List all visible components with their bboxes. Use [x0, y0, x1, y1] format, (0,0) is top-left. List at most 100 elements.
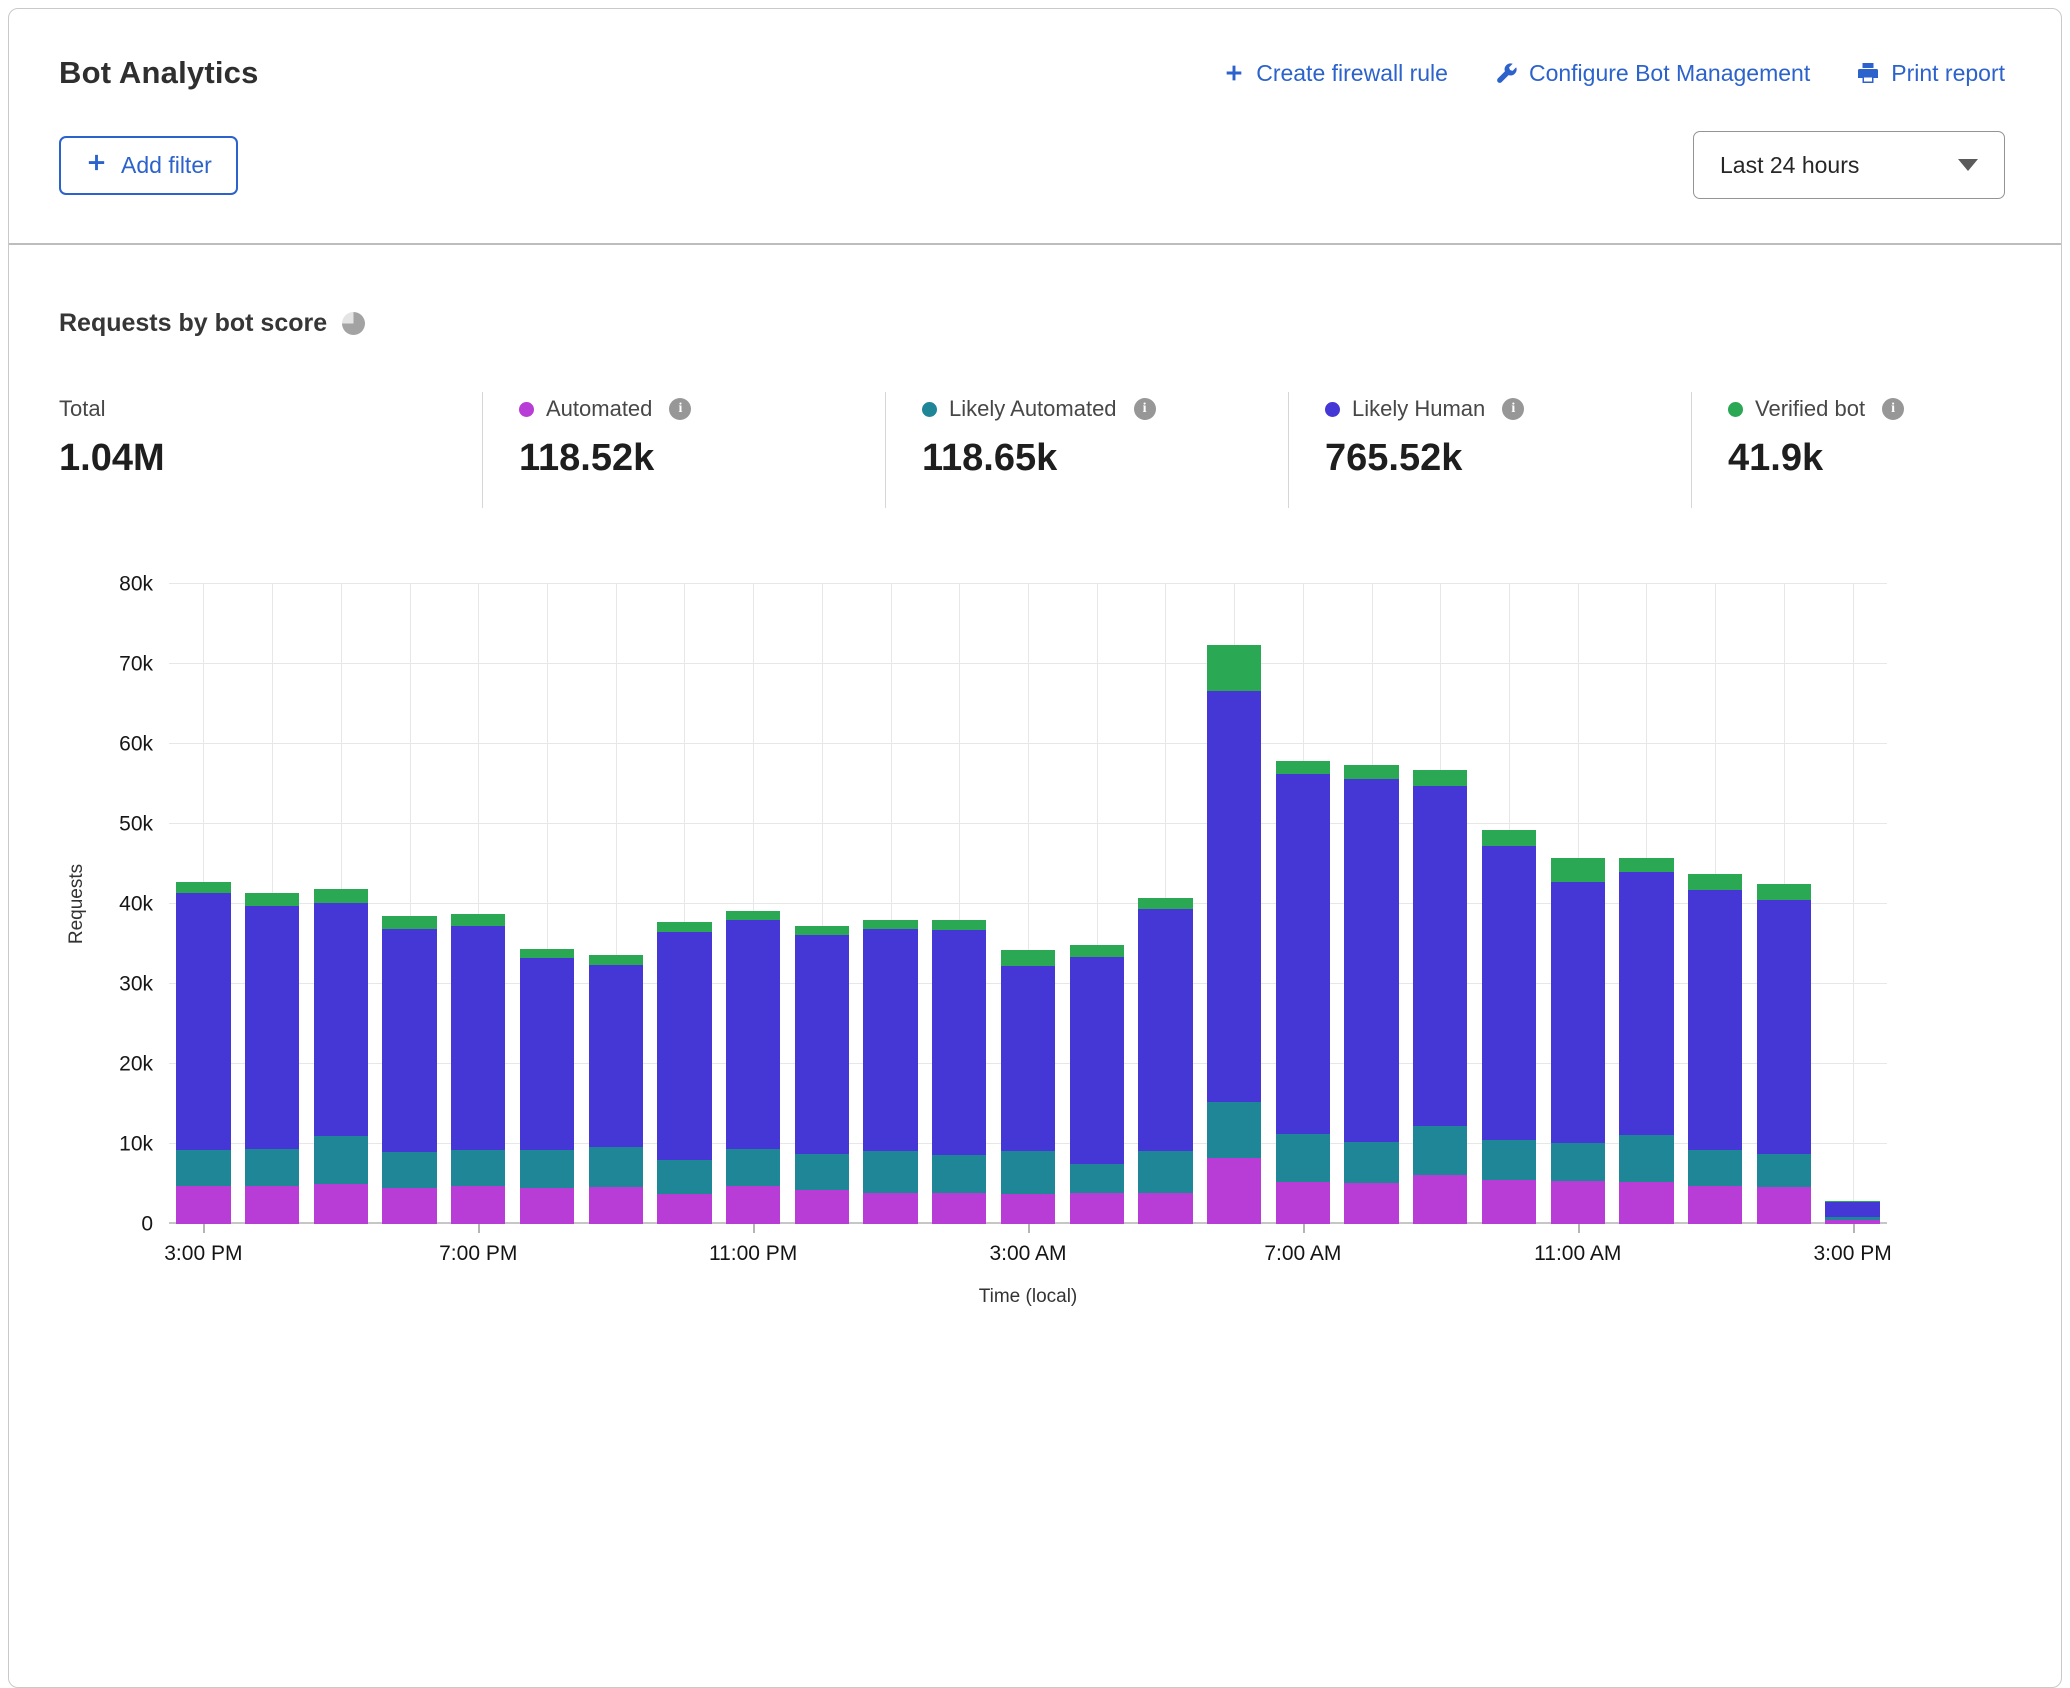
info-icon[interactable]: i	[1502, 398, 1524, 420]
bar-segment-likely-human	[1551, 882, 1605, 1144]
bar[interactable]	[1688, 874, 1742, 1224]
x-axis-tick	[478, 1224, 480, 1233]
bar[interactable]	[314, 889, 368, 1224]
bar-segment-likely-human	[1001, 966, 1055, 1151]
bar-segment-automated	[1276, 1182, 1330, 1224]
bar[interactable]	[520, 949, 574, 1224]
bar[interactable]	[1344, 765, 1398, 1224]
likely-human-value: 765.52k	[1325, 437, 1691, 480]
bar-slot	[1750, 584, 1819, 1224]
bar-segment-verified-bot	[1138, 898, 1192, 908]
x-axis-tick	[1853, 1224, 1855, 1233]
bar-segment-likely-automated	[520, 1150, 574, 1188]
bar[interactable]	[245, 893, 299, 1224]
create-firewall-rule-link[interactable]: Create firewall rule	[1223, 60, 1448, 87]
add-filter-button[interactable]: Add filter	[59, 136, 238, 195]
bar[interactable]	[1207, 645, 1261, 1224]
bar-slot	[306, 584, 375, 1224]
bar-segment-automated	[1138, 1193, 1192, 1224]
bar[interactable]	[1138, 898, 1192, 1224]
bar[interactable]	[589, 955, 643, 1224]
bar-segment-likely-automated	[1757, 1154, 1811, 1187]
y-axis-tick-label: 50k	[119, 814, 153, 835]
bar[interactable]	[1070, 945, 1124, 1224]
bar[interactable]	[1413, 770, 1467, 1224]
x-axis-tick-label: 11:00 PM	[709, 1242, 797, 1266]
stat-likely-human: Likely Human i 765.52k	[1288, 392, 1691, 508]
bar-segment-verified-bot	[932, 920, 986, 930]
configure-bot-management-link[interactable]: Configure Bot Management	[1494, 60, 1810, 87]
bar[interactable]	[657, 922, 711, 1224]
bar-segment-verified-bot	[1207, 645, 1261, 691]
bar-segment-likely-automated	[1344, 1142, 1398, 1184]
bar-segment-likely-automated	[1482, 1140, 1536, 1180]
x-axis-title: Time (local)	[169, 1286, 1887, 1308]
bar-segment-verified-bot	[589, 955, 643, 965]
bar[interactable]	[1482, 830, 1536, 1224]
bar-slot: 11:00 PM	[719, 584, 788, 1224]
info-icon[interactable]: i	[1882, 398, 1904, 420]
page-title: Bot Analytics	[59, 55, 259, 91]
bar-segment-likely-automated	[1207, 1102, 1261, 1158]
bar[interactable]	[1551, 858, 1605, 1224]
bar-segment-likely-human	[1070, 957, 1124, 1164]
bar-segment-automated	[314, 1184, 368, 1224]
info-icon[interactable]: i	[1134, 398, 1156, 420]
print-report-link[interactable]: Print report	[1856, 60, 2005, 87]
bar-slot	[1406, 584, 1475, 1224]
bar-slot: 3:00 PM	[1818, 584, 1887, 1224]
chevron-down-icon	[1958, 159, 1978, 171]
verified-bot-value: 41.9k	[1728, 437, 2005, 480]
bar-slot: 3:00 PM	[169, 584, 238, 1224]
bar[interactable]	[863, 920, 917, 1224]
bar-slot	[787, 584, 856, 1224]
x-axis-tick-label: 11:00 AM	[1534, 1242, 1621, 1266]
bar[interactable]	[795, 926, 849, 1224]
info-icon[interactable]: i	[669, 398, 691, 420]
bar-segment-automated	[176, 1186, 230, 1224]
bar-segment-verified-bot	[245, 893, 299, 906]
bar-segment-likely-automated	[314, 1136, 368, 1184]
bar[interactable]	[451, 914, 505, 1224]
bar-segment-likely-automated	[1001, 1151, 1055, 1194]
y-axis-labels: 010k20k30k40k50k60k70k80k	[95, 584, 153, 1224]
bar-slot	[856, 584, 925, 1224]
bar-segment-likely-human	[589, 965, 643, 1147]
bar[interactable]	[932, 920, 986, 1224]
add-filter-label: Add filter	[121, 152, 212, 179]
bar-slot: 11:00 AM	[1543, 584, 1612, 1224]
bar[interactable]	[1757, 884, 1811, 1224]
bar-segment-automated	[1688, 1186, 1742, 1224]
bar-segment-automated	[1757, 1187, 1811, 1224]
bar-segment-likely-automated	[176, 1150, 230, 1186]
bar-segment-likely-automated	[932, 1155, 986, 1193]
x-axis-tick	[203, 1224, 205, 1233]
bar-segment-likely-human	[657, 932, 711, 1160]
y-axis-tick-label: 20k	[119, 1054, 153, 1075]
y-axis-tick-label: 40k	[119, 894, 153, 915]
bar-segment-likely-human	[1825, 1202, 1879, 1217]
bar-segment-likely-human	[382, 929, 436, 1152]
bar-segment-automated	[1825, 1220, 1879, 1224]
y-axis-tick-label: 80k	[119, 574, 153, 595]
time-range-select[interactable]: Last 24 hours	[1693, 131, 2005, 199]
time-range-value: Last 24 hours	[1720, 152, 1859, 179]
bar-slot	[238, 584, 307, 1224]
bar-slot	[1612, 584, 1681, 1224]
bar[interactable]	[726, 911, 780, 1224]
bar-segment-likely-automated	[1688, 1150, 1742, 1187]
bar[interactable]	[1001, 950, 1055, 1224]
x-axis-tick-label: 3:00 PM	[1814, 1242, 1892, 1266]
bar-segment-verified-bot	[1276, 761, 1330, 775]
bar[interactable]	[1619, 858, 1673, 1224]
bar-segment-likely-human	[245, 906, 299, 1149]
bar[interactable]	[382, 916, 436, 1224]
bar-segment-verified-bot	[314, 889, 368, 903]
bar[interactable]	[1276, 761, 1330, 1224]
bar[interactable]	[1825, 1201, 1879, 1224]
x-axis-tick-label: 3:00 PM	[164, 1242, 242, 1266]
bar-segment-automated	[1001, 1194, 1055, 1224]
bar-slot	[513, 584, 582, 1224]
bar-segment-verified-bot	[451, 914, 505, 926]
bar[interactable]	[176, 882, 230, 1224]
